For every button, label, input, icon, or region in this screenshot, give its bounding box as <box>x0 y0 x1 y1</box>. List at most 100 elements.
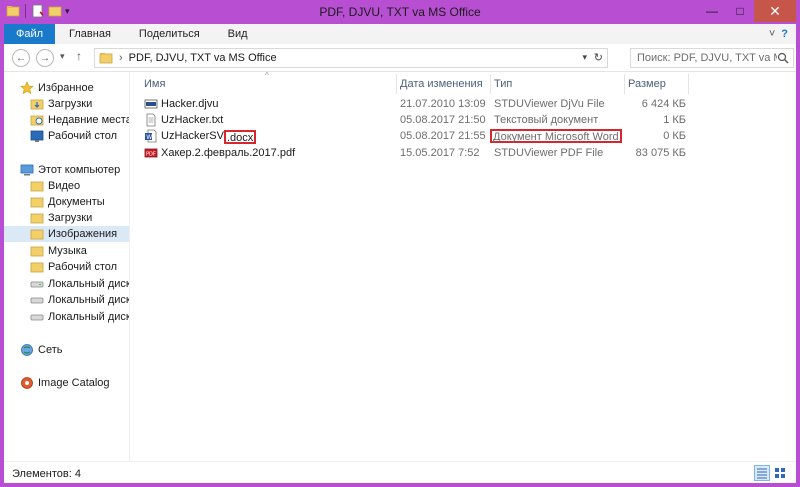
folder-icon <box>30 99 44 110</box>
large-icons-view-button[interactable] <box>772 465 788 481</box>
sidebar-item-desktop[interactable]: Рабочий стол <box>30 128 117 144</box>
sidebar-item-drive-c[interactable]: Локальный диск (C <box>30 276 130 292</box>
network-icon <box>21 344 33 356</box>
svg-text:PDF: PDF <box>146 152 156 158</box>
help-icon[interactable]: ? <box>781 28 788 40</box>
sidebar-item-label: Загрузки <box>48 98 93 110</box>
column-header-type[interactable]: Тип <box>494 74 512 94</box>
sidebar-item-desktop-pc[interactable]: Рабочий стол <box>30 259 117 275</box>
column-divider[interactable] <box>624 74 625 94</box>
up-button[interactable]: ↑ <box>76 49 82 63</box>
window-controls: — □ ✕ <box>698 0 796 22</box>
file-date: 21.07.2010 13:09 <box>400 98 486 110</box>
forward-button[interactable]: → <box>36 49 54 67</box>
sidebar-item-documents[interactable]: Документы <box>30 194 105 210</box>
table-row[interactable]: PDF Хакер.2.февраль.2017.pdf 15.05.2017 … <box>132 145 796 161</box>
address-bar[interactable]: › PDF, DJVU, TXT va MS Office ▾ ↻ <box>94 48 608 68</box>
column-divider[interactable] <box>396 74 397 94</box>
breadcrumb-separator[interactable]: › <box>119 52 123 64</box>
recent-locations-button[interactable]: ▾ <box>60 51 65 62</box>
close-button[interactable]: ✕ <box>754 0 796 22</box>
column-divider[interactable] <box>688 74 689 94</box>
sidebar-item-label: Видео <box>48 180 81 192</box>
tab-share[interactable]: Поделиться <box>125 24 214 44</box>
file-name-cell: W UzHackerSV .docx <box>144 128 257 144</box>
sidebar-item-this-pc[interactable]: Этот компьютер <box>20 162 120 178</box>
tab-home[interactable]: Главная <box>55 24 125 44</box>
expand-ribbon-icon[interactable]: ˅ <box>769 28 775 40</box>
computer-icon <box>20 164 34 176</box>
pdf-file-icon: PDF <box>144 148 158 158</box>
file-type-cell: Документ Microsoft Word <box>490 128 622 144</box>
table-row[interactable]: UzHacker.txt 05.08.2017 21:50 Текстовый … <box>132 112 796 128</box>
image-catalog-icon <box>21 377 33 389</box>
window-title: PDF, DJVU, TXT va MS Office <box>319 5 481 19</box>
table-row[interactable]: W UzHackerSV .docx 05.08.2017 21:55 Докум… <box>132 128 796 144</box>
sidebar-item-label: Рабочий стол <box>48 130 118 142</box>
file-size: 83 075 КБ <box>635 147 686 159</box>
drive-icon <box>30 297 44 304</box>
sidebar-item-drive-d[interactable]: Локальный диск (D <box>30 292 130 308</box>
file-size: 6 424 КБ <box>641 98 686 110</box>
sidebar-item-label: Музыка <box>48 245 87 257</box>
sidebar-item-downloads-pc[interactable]: Загрузки <box>30 210 92 226</box>
sidebar-item-label: Недавние места <box>48 114 130 126</box>
file-date: 05.08.2017 21:50 <box>400 114 486 126</box>
file-name: Hacker.djvu <box>161 98 219 110</box>
sidebar-item-label: Локальный диск (D <box>48 294 130 306</box>
search-input[interactable]: Поиск: PDF, DJVU, TXT va MS... <box>630 48 794 68</box>
breadcrumb-current[interactable]: PDF, DJVU, TXT va MS Office <box>129 52 277 64</box>
folder-icon <box>30 213 44 224</box>
sidebar-item-recent-places[interactable]: Недавние места <box>30 112 130 128</box>
star-icon <box>20 81 34 95</box>
sidebar-item-label: Рабочий стол <box>48 261 118 273</box>
refresh-button[interactable]: ↻ <box>594 51 603 64</box>
word-file-icon: W <box>145 129 157 143</box>
address-dropdown-icon[interactable]: ▾ <box>582 52 587 63</box>
sidebar-item-pictures[interactable]: Изображения <box>4 226 129 242</box>
details-view-button[interactable] <box>754 465 770 481</box>
file-type: STDUViewer DjVu File <box>494 98 605 110</box>
txt-file-icon <box>146 113 156 127</box>
column-divider[interactable] <box>490 74 491 94</box>
desktop-icon <box>30 130 44 142</box>
sidebar-item-downloads[interactable]: Загрузки <box>30 96 92 112</box>
file-list: ^ Имя Дата изменения Тип Размер Hacker.d… <box>132 71 796 461</box>
svg-text:W: W <box>146 134 152 141</box>
sidebar-item-drive-e[interactable]: Локальный диск (E: <box>30 309 129 325</box>
file-name: UzHackerSV <box>161 130 224 142</box>
maximize-button[interactable]: □ <box>726 0 754 22</box>
sidebar-item-music[interactable]: Музыка <box>30 243 87 259</box>
folder-icon <box>99 53 113 64</box>
navigation-pane: Избранное Загрузки Недавние места Рабочи… <box>4 72 130 461</box>
tab-file[interactable]: Файл <box>4 24 56 44</box>
column-header-name[interactable]: Имя <box>144 74 165 94</box>
folder-icon <box>30 197 44 208</box>
navigation-bar: ← → ▾ ↑ › PDF, DJVU, TXT va MS Office ▾ … <box>4 44 796 72</box>
folder-icon <box>30 229 44 240</box>
status-bar: Элементов: 4 <box>4 461 796 483</box>
sidebar-item-video[interactable]: Видео <box>30 178 80 194</box>
search-icon[interactable] <box>777 52 789 64</box>
drive-icon <box>30 314 44 321</box>
table-row[interactable]: Hacker.djvu 21.07.2010 13:09 STDUViewer … <box>132 96 796 112</box>
column-header-size[interactable]: Размер <box>628 74 666 94</box>
details-view-icon <box>757 468 767 479</box>
back-button[interactable]: ← <box>12 49 30 67</box>
item-count: Элементов: 4 <box>12 468 81 480</box>
file-name: Хакер.2.февраль.2017.pdf <box>161 147 296 159</box>
sidebar-item-label: Документы <box>48 196 105 208</box>
title-bar[interactable]: ▾ PDF, DJVU, TXT va MS Office — □ ✕ <box>0 0 800 24</box>
sidebar-item-network[interactable]: Сеть <box>20 342 62 358</box>
sidebar-item-image-catalog[interactable]: Image Catalog <box>20 375 110 391</box>
sidebar-item-label: Загрузки <box>48 212 93 224</box>
file-size: 1 КБ <box>663 114 686 126</box>
column-header-date[interactable]: Дата изменения <box>400 74 483 94</box>
minimize-button[interactable]: — <box>698 0 726 22</box>
sidebar-item-label: Локальный диск (C <box>48 278 130 290</box>
sidebar-item-favorites[interactable]: Избранное <box>20 80 94 96</box>
djvu-file-icon <box>144 99 158 109</box>
large-icons-view-icon <box>775 468 785 478</box>
file-name-cell: PDF Хакер.2.февраль.2017.pdf <box>144 145 295 161</box>
tab-view[interactable]: Вид <box>214 24 262 44</box>
